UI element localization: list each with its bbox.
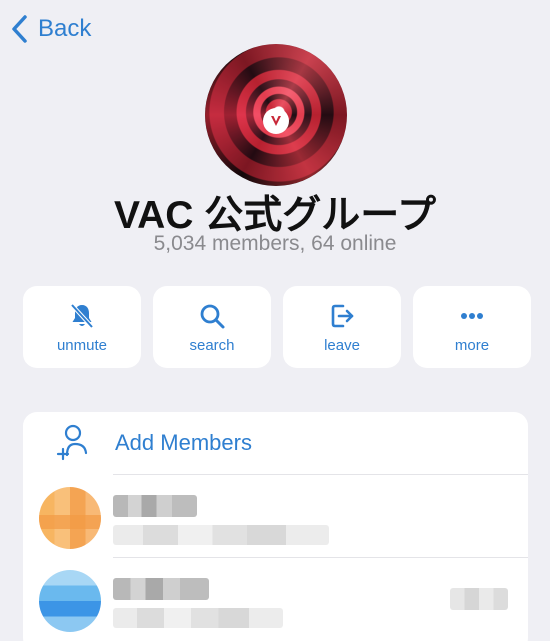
add-members-label: Add Members <box>115 430 252 455</box>
add-person-icon <box>56 424 88 461</box>
search-button[interactable]: search <box>153 286 271 368</box>
member-status-redacted <box>113 525 329 545</box>
back-button[interactable]: Back <box>10 14 91 44</box>
member-row[interactable] <box>23 475 528 557</box>
member-avatar <box>39 570 101 632</box>
member-row[interactable] <box>23 558 528 640</box>
leave-button[interactable]: leave <box>283 286 401 368</box>
unmute-label: unmute <box>56 336 108 354</box>
member-status-redacted <box>113 608 283 628</box>
member-name-redacted <box>113 578 209 600</box>
chevron-left-icon <box>12 15 27 43</box>
more-icon <box>461 312 483 319</box>
member-avatar <box>39 487 101 549</box>
search-icon <box>200 304 225 328</box>
more-button[interactable]: more <box>413 286 531 368</box>
member-name-redacted <box>113 495 197 517</box>
members-card: Add Members <box>23 412 528 641</box>
group-member-count: 5,034 members, 64 online <box>153 232 397 255</box>
leave-icon <box>331 304 354 327</box>
group-avatar[interactable] <box>205 44 347 186</box>
bell-slash-icon <box>70 303 94 328</box>
unmute-button[interactable]: unmute <box>23 286 141 368</box>
action-bar: unmute search leave more <box>23 286 531 368</box>
more-label: more <box>454 336 490 354</box>
leave-label: leave <box>324 336 360 354</box>
search-label: search <box>189 336 235 354</box>
back-label: Back <box>38 15 92 42</box>
add-members-button[interactable]: Add Members <box>23 412 528 474</box>
vac-logo-icon <box>263 108 289 134</box>
member-time-redacted <box>450 588 508 610</box>
